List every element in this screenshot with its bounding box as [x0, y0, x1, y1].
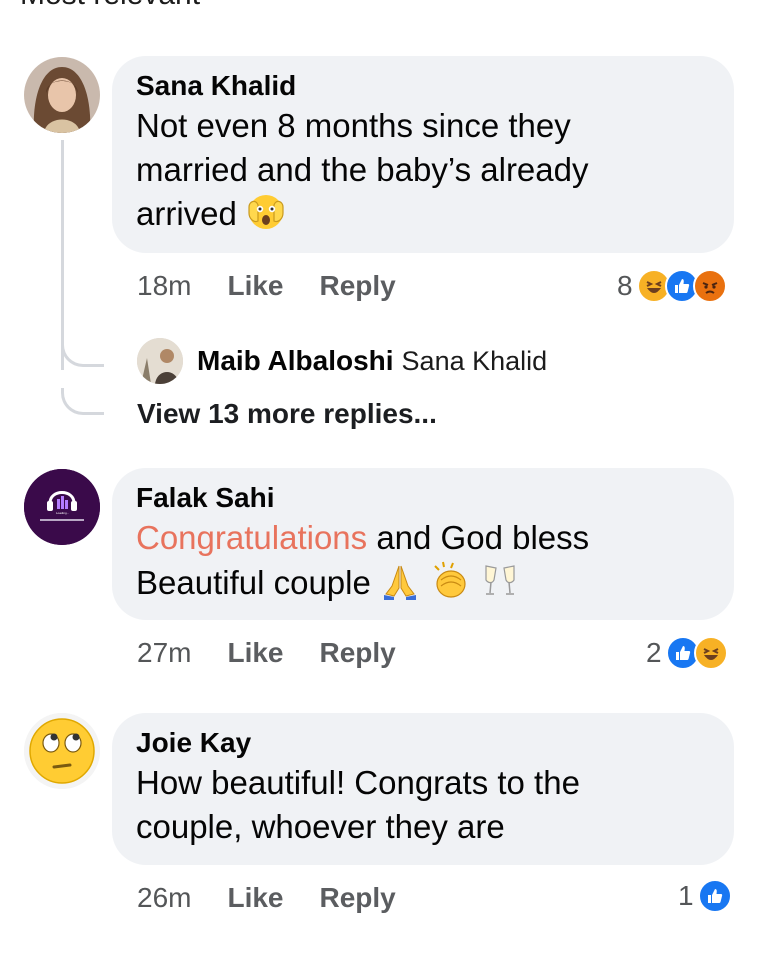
reply-preview[interactable]: Maib Albaloshi Sana Khalid [137, 338, 547, 384]
haha-icon [693, 636, 728, 670]
reply-button[interactable]: Reply [320, 878, 396, 918]
reply-author[interactable]: Maib Albaloshi [197, 345, 394, 377]
thread-connector-reply [61, 340, 104, 367]
avatar[interactable] [24, 713, 100, 789]
comment-author[interactable]: Falak Sahi [136, 480, 710, 516]
comment-author[interactable]: Sana Khalid [136, 68, 710, 104]
view-more-replies-link[interactable]: View 13 more replies... [137, 398, 437, 430]
reaction-count: 2 [646, 637, 662, 668]
comment-text: and God bless [367, 519, 590, 556]
thread-connector-more [61, 388, 104, 415]
thread-line [61, 140, 64, 370]
comment-text-line: married and the baby’s already [136, 151, 589, 188]
comment-time[interactable]: 26m [137, 878, 191, 918]
avatar[interactable] [24, 57, 100, 133]
reaction-summary[interactable]: 8 [617, 266, 727, 306]
avatar[interactable] [24, 469, 100, 545]
reply-text: Sana Khalid [401, 345, 548, 376]
comment-bubble: Sana Khalid Not even 8 months since they… [112, 56, 734, 253]
comment-text-line: Congratulations and God bless [136, 516, 710, 560]
comment-meta: 26m Like Reply [137, 878, 432, 918]
comment-time[interactable]: 18m [137, 266, 191, 306]
comment-text: Beautiful couple [136, 564, 371, 601]
reaction-count: 8 [617, 270, 633, 301]
comment-text-line: couple, whoever they are [136, 808, 505, 845]
clinking-glasses-emoji-icon [480, 560, 520, 611]
reply-button[interactable]: Reply [320, 633, 396, 673]
like-icon [697, 879, 732, 913]
folded-hands-emoji-icon [380, 562, 420, 611]
comment-text-line: Beautiful couple [136, 560, 710, 611]
comment-text-line: Not even 8 months since they [136, 107, 571, 144]
comment-text-line: arrived [136, 192, 710, 242]
comment-text-highlight[interactable]: Congratulations [136, 519, 367, 556]
face-with-hands-emoji-icon [246, 193, 286, 242]
like-button[interactable]: Like [227, 633, 283, 673]
reaction-summary[interactable]: 2 [646, 633, 728, 673]
comment-text: arrived [136, 195, 237, 232]
like-button[interactable]: Like [227, 266, 283, 306]
comment-meta: 27m Like Reply [137, 633, 432, 673]
comment-meta: 18m Like Reply [137, 266, 432, 306]
avatar-caption: Loading... [56, 511, 70, 515]
comment-author[interactable]: Joie Kay [136, 725, 710, 761]
comment-bubble: Falak Sahi Congratulations and God bless… [112, 468, 734, 620]
clapping-hands-emoji-icon [429, 560, 471, 611]
comment-time[interactable]: 27m [137, 633, 191, 673]
sort-label-partial: Most relevant [20, 0, 200, 12]
reaction-count: 1 [678, 880, 694, 911]
avatar[interactable] [137, 338, 183, 384]
reaction-summary[interactable]: 1 [678, 876, 732, 916]
angry-icon [692, 269, 727, 303]
comment-bubble: Joie Kay How beautiful! Congrats to the … [112, 713, 734, 865]
like-button[interactable]: Like [227, 878, 283, 918]
comment-text-line: How beautiful! Congrats to the [136, 764, 580, 801]
reply-button[interactable]: Reply [320, 266, 396, 306]
